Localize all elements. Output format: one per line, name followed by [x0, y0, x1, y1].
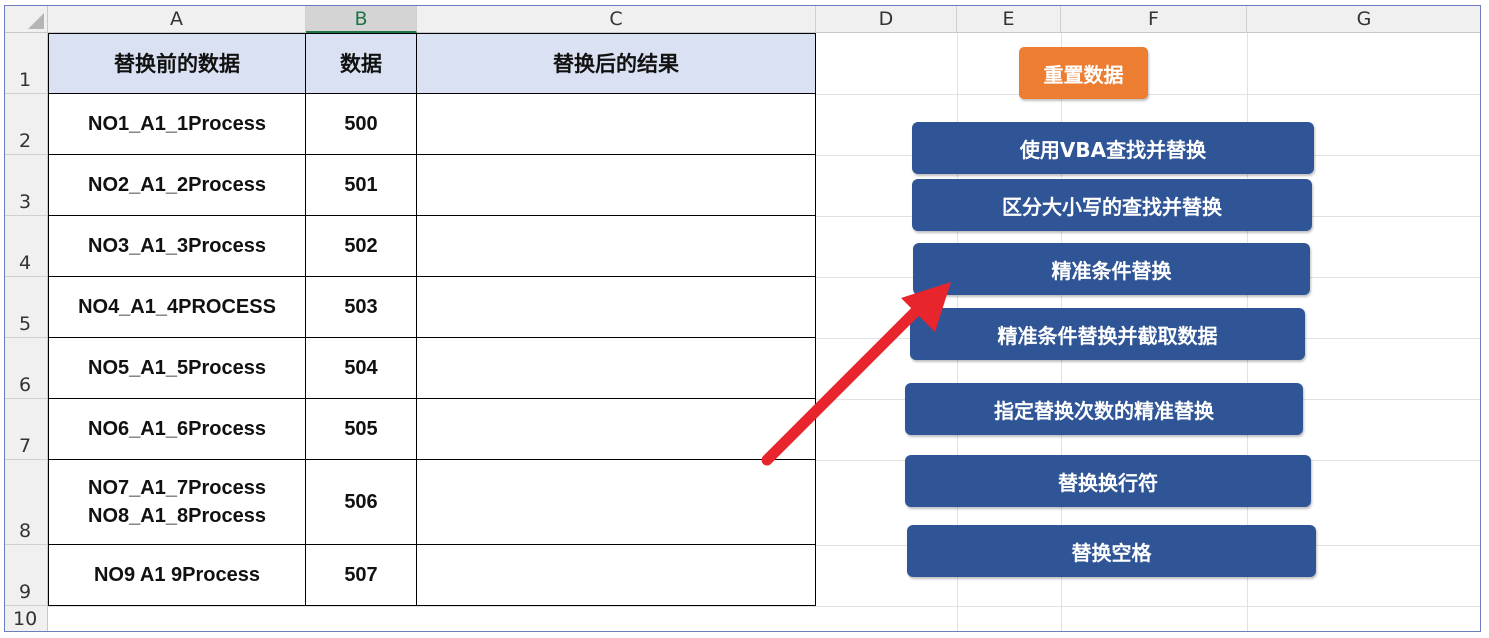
cell-b8[interactable]: 506: [306, 460, 417, 545]
header-cell-before[interactable]: 替换前的数据: [48, 33, 306, 94]
cell-c8[interactable]: [417, 460, 816, 545]
row-header-3[interactable]: 3: [5, 155, 48, 216]
column-header-a[interactable]: A: [48, 6, 306, 33]
select-all-corner[interactable]: [5, 6, 48, 33]
cell-c3[interactable]: [417, 155, 816, 216]
select-all-triangle-icon: [28, 13, 44, 29]
row-header-6[interactable]: 6: [5, 338, 48, 399]
cell-c2[interactable]: [417, 94, 816, 155]
replace-count-button[interactable]: 指定替换次数的精准替换: [905, 383, 1303, 435]
row-header-1[interactable]: 1: [5, 33, 48, 94]
cell-b9[interactable]: 507: [306, 545, 417, 606]
cell-a6[interactable]: NO5_A1_5Process: [48, 338, 306, 399]
cell-c6[interactable]: [417, 338, 816, 399]
cell-a2[interactable]: NO1_A1_1Process: [48, 94, 306, 155]
row-header-8[interactable]: 8: [5, 460, 48, 545]
column-header-c[interactable]: C: [417, 6, 816, 33]
cell-c4[interactable]: [417, 216, 816, 277]
cell-a5[interactable]: NO4_A1_4PROCESS: [48, 277, 306, 338]
case-sensitive-replace-button[interactable]: 区分大小写的查找并替换: [912, 179, 1312, 231]
reset-data-button[interactable]: 重置数据: [1019, 47, 1148, 99]
column-header-g[interactable]: G: [1247, 6, 1480, 33]
cell-b5[interactable]: 503: [306, 277, 417, 338]
header-cell-result[interactable]: 替换后的结果: [417, 33, 816, 94]
column-header-f[interactable]: F: [1061, 6, 1247, 33]
spreadsheet-frame: A B C D E F G 1 2 3 4 5 6 7 8 9 10 替换前的数…: [4, 5, 1481, 632]
cell-c9[interactable]: [417, 545, 816, 606]
replace-space-button[interactable]: 替换空格: [907, 525, 1316, 577]
cell-b7[interactable]: 505: [306, 399, 417, 460]
cell-a3[interactable]: NO2_A1_2Process: [48, 155, 306, 216]
row-header-2[interactable]: 2: [5, 94, 48, 155]
cell-a7[interactable]: NO6_A1_6Process: [48, 399, 306, 460]
column-header-e[interactable]: E: [957, 6, 1061, 33]
exact-replace-button[interactable]: 精准条件替换: [913, 243, 1310, 295]
row-header-9[interactable]: 9: [5, 545, 48, 606]
cell-a9[interactable]: NO9 A1 9Process: [48, 545, 306, 606]
column-header-d[interactable]: D: [816, 6, 957, 33]
row-header-10[interactable]: 10: [5, 606, 48, 631]
cell-b3[interactable]: 501: [306, 155, 417, 216]
replace-newline-button[interactable]: 替换换行符: [905, 455, 1311, 507]
cell-b2[interactable]: 500: [306, 94, 417, 155]
row-header-4[interactable]: 4: [5, 216, 48, 277]
exact-replace-extract-button[interactable]: 精准条件替换并截取数据: [910, 308, 1305, 360]
header-cell-data[interactable]: 数据: [306, 33, 417, 94]
row-header-7[interactable]: 7: [5, 399, 48, 460]
cell-a4[interactable]: NO3_A1_3Process: [48, 216, 306, 277]
row-header-5[interactable]: 5: [5, 277, 48, 338]
cell-b6[interactable]: 504: [306, 338, 417, 399]
cell-c5[interactable]: [417, 277, 816, 338]
column-header-b[interactable]: B: [306, 6, 417, 33]
cell-b4[interactable]: 502: [306, 216, 417, 277]
vba-find-replace-button[interactable]: 使用VBA查找并替换: [912, 122, 1314, 174]
cell-c7[interactable]: [417, 399, 816, 460]
cell-a8[interactable]: NO7_A1_7Process NO8_A1_8Process: [48, 460, 306, 545]
gridline: [48, 606, 1480, 607]
